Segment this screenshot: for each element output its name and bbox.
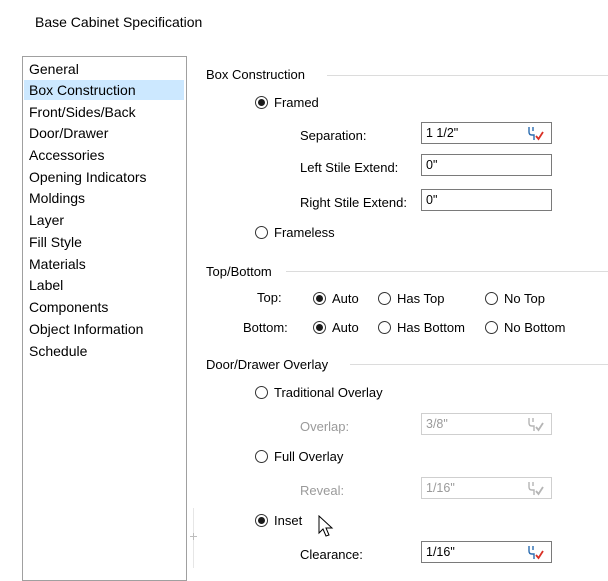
sidebar-item-general[interactable]: General (24, 59, 184, 79)
reveal-field[interactable]: 1/16" (421, 477, 552, 499)
sidebar-item-accessories[interactable]: Accessories (24, 145, 184, 165)
sidebar-item-components[interactable]: Components (24, 297, 184, 317)
framed-radio[interactable] (255, 95, 268, 109)
top-no-option[interactable]: No Top (485, 289, 545, 307)
bottom-has-label: Has Bottom (397, 319, 465, 335)
traditional-overlay-radio[interactable] (255, 385, 268, 399)
bottom-auto-radio[interactable] (313, 320, 326, 334)
box-construction-divider (327, 75, 608, 76)
framed-label: Framed (274, 94, 319, 110)
box-construction-group-label: Box Construction (206, 67, 305, 82)
full-overlay-option[interactable]: Full Overlay (255, 447, 343, 465)
sidebar-item-layer[interactable]: Layer (24, 210, 184, 230)
bottom-auto-option[interactable]: Auto (313, 318, 359, 336)
bottom-no-option[interactable]: No Bottom (485, 318, 565, 336)
bottom-no-label: No Bottom (504, 319, 566, 335)
right-stile-extend-value: 0" (426, 193, 438, 207)
sidebar-item-box-construction[interactable]: Box Construction (24, 80, 184, 100)
sidebar-item-fill-style[interactable]: Fill Style (24, 232, 184, 252)
traditional-overlay-option[interactable]: Traditional Overlay (255, 383, 383, 401)
top-label: Top: (257, 290, 282, 305)
top-bottom-divider (286, 271, 608, 272)
bottom-no-radio[interactable] (485, 320, 498, 334)
overlap-label: Overlap: (300, 419, 350, 434)
overlay-divider (350, 364, 608, 365)
right-stile-extend-label: Right Stile Extend: (300, 195, 407, 210)
sidebar-item-front-sides-back[interactable]: Front/Sides/Back (24, 102, 184, 122)
frameless-radio[interactable] (255, 225, 268, 239)
measure-tool-icon (528, 482, 544, 496)
frameless-label: Frameless (274, 224, 335, 240)
top-no-radio[interactable] (485, 291, 498, 305)
sidebar-item-door-drawer[interactable]: Door/Drawer (24, 123, 184, 143)
top-no-label: No Top (504, 290, 545, 306)
top-has-option[interactable]: Has Top (378, 289, 444, 307)
inset-radio[interactable] (255, 513, 268, 527)
clearance-label: Clearance: (300, 547, 363, 562)
separation-label: Separation: (300, 128, 367, 143)
dialog-title-bar: Base Cabinet Specification (0, 0, 608, 46)
left-stile-extend-field[interactable]: 0" (421, 154, 552, 176)
sidebar-item-opening-indicators[interactable]: Opening Indicators (24, 167, 184, 187)
sidebar-item-materials[interactable]: Materials (24, 254, 184, 274)
traditional-overlay-label: Traditional Overlay (274, 384, 383, 400)
top-bottom-group-label: Top/Bottom (206, 264, 272, 279)
sidebar-item-schedule[interactable]: Schedule (24, 341, 184, 361)
bottom-label: Bottom: (243, 320, 288, 335)
frameless-radio-option[interactable]: Frameless (255, 223, 335, 241)
left-stile-extend-value: 0" (426, 158, 438, 172)
framed-radio-option[interactable]: Framed (255, 93, 319, 111)
top-auto-option[interactable]: Auto (313, 289, 359, 307)
bottom-auto-label: Auto (332, 319, 359, 335)
measure-tool-icon[interactable] (525, 544, 545, 561)
dialog-title: Base Cabinet Specification (35, 14, 203, 30)
top-auto-radio[interactable] (313, 291, 326, 305)
left-stile-extend-label: Left Stile Extend: (300, 160, 399, 175)
reveal-value: 1/16" (426, 481, 455, 495)
overlap-value: 3/8" (426, 417, 448, 431)
top-has-radio[interactable] (378, 291, 391, 305)
clearance-value: 1/16" (426, 545, 455, 559)
measure-tool-icon (528, 418, 544, 432)
reveal-label: Reveal: (300, 483, 345, 498)
sidebar-item-moldings[interactable]: Moldings (24, 188, 184, 208)
top-has-label: Has Top (397, 290, 445, 306)
clearance-field[interactable]: 1/16" (421, 541, 552, 563)
top-auto-label: Auto (332, 290, 359, 306)
full-overlay-label: Full Overlay (274, 448, 344, 464)
full-overlay-radio[interactable] (255, 449, 268, 463)
overlay-group-label: Door/Drawer Overlay (206, 357, 329, 372)
bottom-has-radio[interactable] (378, 320, 391, 334)
inset-option[interactable]: Inset (255, 511, 302, 529)
bottom-has-option[interactable]: Has Bottom (378, 318, 465, 336)
separation-field[interactable]: 1 1/2" (421, 122, 552, 144)
separation-value: 1 1/2" (426, 126, 459, 140)
right-stile-extend-field[interactable]: 0" (421, 189, 552, 211)
sidebar-item-object-information[interactable]: Object Information (24, 319, 184, 339)
category-list[interactable]: General Box Construction Front/Sides/Bac… (22, 56, 187, 581)
sidebar-item-label[interactable]: Label (24, 275, 184, 295)
overlap-field[interactable]: 3/8" (421, 413, 552, 435)
inset-label: Inset (274, 512, 303, 528)
measure-tool-icon[interactable] (525, 125, 545, 142)
mouse-pointer-icon (318, 515, 334, 537)
splitter-grip-icon[interactable] (189, 532, 198, 541)
